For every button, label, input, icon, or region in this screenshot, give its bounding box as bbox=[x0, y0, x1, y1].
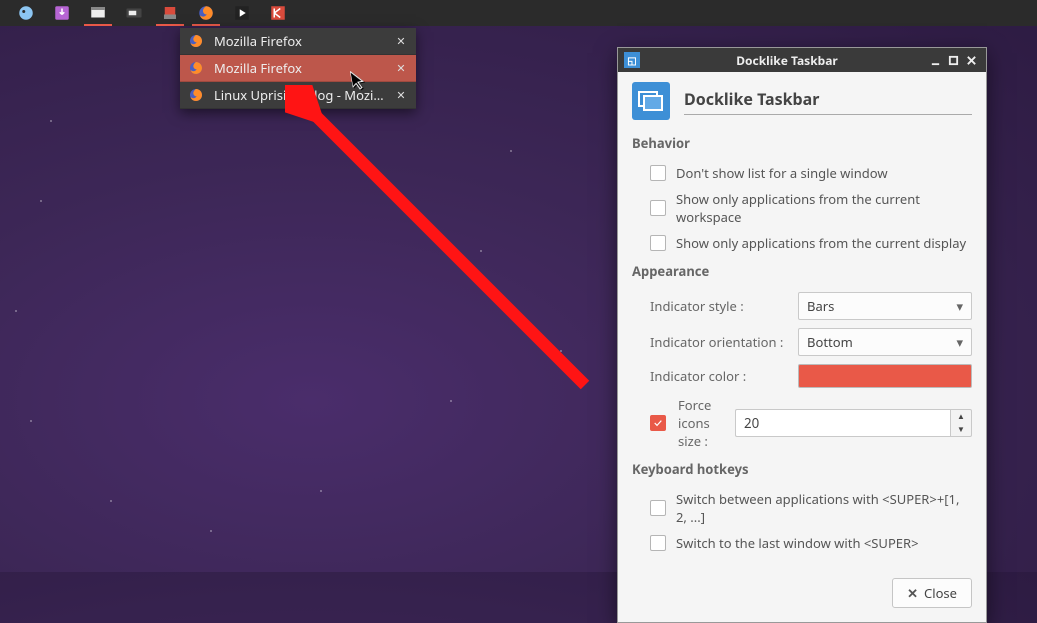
color-picker[interactable] bbox=[798, 364, 972, 388]
transmission-icon[interactable] bbox=[152, 0, 188, 26]
combo-indicator-style[interactable]: Bars ▾ bbox=[798, 292, 972, 320]
checkbox-switch-super[interactable] bbox=[650, 535, 666, 551]
kate-icon[interactable] bbox=[260, 0, 296, 26]
close-button[interactable]: ✕ Close bbox=[892, 578, 972, 608]
label-indicator-style: Indicator style : bbox=[650, 297, 786, 315]
label-current-display: Show only applications from the current … bbox=[676, 234, 966, 252]
label-indicator-orientation: Indicator orientation : bbox=[650, 333, 786, 351]
window-list-item[interactable]: Mozilla Firefox ✕ bbox=[180, 28, 416, 55]
minimize-button[interactable] bbox=[926, 52, 944, 68]
chevron-up-icon[interactable]: ▲ bbox=[951, 410, 971, 423]
label-current-workspace: Show only applications from the current … bbox=[676, 190, 972, 226]
window-title: Docklike Taskbar bbox=[648, 52, 926, 69]
checkbox-switch-super-num[interactable] bbox=[650, 500, 666, 516]
window-list-item[interactable]: Linux Uprising Blog - Mozilla Fi... ✕ bbox=[180, 82, 416, 109]
firefox-icon[interactable] bbox=[188, 0, 224, 26]
section-appearance: Appearance bbox=[632, 262, 972, 280]
checkbox-current-workspace[interactable] bbox=[650, 200, 666, 216]
maximize-button[interactable] bbox=[944, 52, 962, 68]
combo-value: Bars bbox=[807, 297, 834, 315]
label-switch-super: Switch to the last window with <SUPER> bbox=[676, 534, 919, 552]
combo-indicator-orientation[interactable]: Bottom ▾ bbox=[798, 328, 972, 356]
close-icon[interactable]: ✕ bbox=[394, 34, 408, 48]
download-icon[interactable] bbox=[44, 0, 80, 26]
file-manager-icon[interactable] bbox=[80, 0, 116, 26]
input-icon-size[interactable] bbox=[735, 409, 950, 437]
firefox-icon bbox=[188, 60, 204, 76]
settings-dialog: ◱ Docklike Taskbar Docklike Taskbar Beha… bbox=[617, 47, 987, 623]
close-icon[interactable]: ✕ bbox=[394, 88, 408, 102]
combo-value: Bottom bbox=[807, 333, 853, 351]
spin-buttons[interactable]: ▲▼ bbox=[950, 409, 972, 437]
chevron-down-icon: ▾ bbox=[956, 297, 963, 315]
window-list-item[interactable]: Mozilla Firefox ✕ bbox=[180, 55, 416, 82]
dialog-title: Docklike Taskbar bbox=[684, 88, 972, 115]
window-list-popup: Mozilla Firefox ✕ Mozilla Firefox ✕ Linu… bbox=[180, 28, 416, 109]
chevron-down-icon: ▾ bbox=[956, 333, 963, 351]
app-icon: ◱ bbox=[624, 52, 640, 68]
checkbox-force-size[interactable] bbox=[650, 415, 666, 431]
docklike-icon bbox=[632, 82, 670, 120]
close-icon: ✕ bbox=[907, 584, 918, 602]
checkbox-current-display[interactable] bbox=[650, 235, 666, 251]
close-button[interactable] bbox=[962, 52, 980, 68]
section-hotkeys: Keyboard hotkeys bbox=[632, 460, 972, 478]
taskbar-panel bbox=[0, 0, 1037, 26]
close-icon[interactable]: ✕ bbox=[394, 61, 408, 75]
close-label: Close bbox=[924, 584, 957, 602]
label-single-window: Don't show list for a single window bbox=[676, 164, 888, 182]
firefox-icon bbox=[188, 33, 204, 49]
firefox-icon bbox=[188, 87, 204, 103]
window-list-label: Mozilla Firefox bbox=[214, 32, 384, 50]
media-player-icon[interactable] bbox=[224, 0, 260, 26]
chevron-down-icon[interactable]: ▼ bbox=[951, 423, 971, 436]
checkbox-single-window[interactable] bbox=[650, 165, 666, 181]
screenshot-icon[interactable] bbox=[116, 0, 152, 26]
titlebar[interactable]: ◱ Docklike Taskbar bbox=[618, 48, 986, 72]
section-behavior: Behavior bbox=[632, 134, 972, 152]
annotation-arrow bbox=[285, 85, 605, 405]
start-menu-icon[interactable] bbox=[8, 0, 44, 26]
label-switch-super-num: Switch between applications with <SUPER>… bbox=[676, 490, 972, 526]
label-indicator-color: Indicator color : bbox=[650, 367, 786, 385]
label-force-size: Force icons size : bbox=[678, 396, 723, 450]
